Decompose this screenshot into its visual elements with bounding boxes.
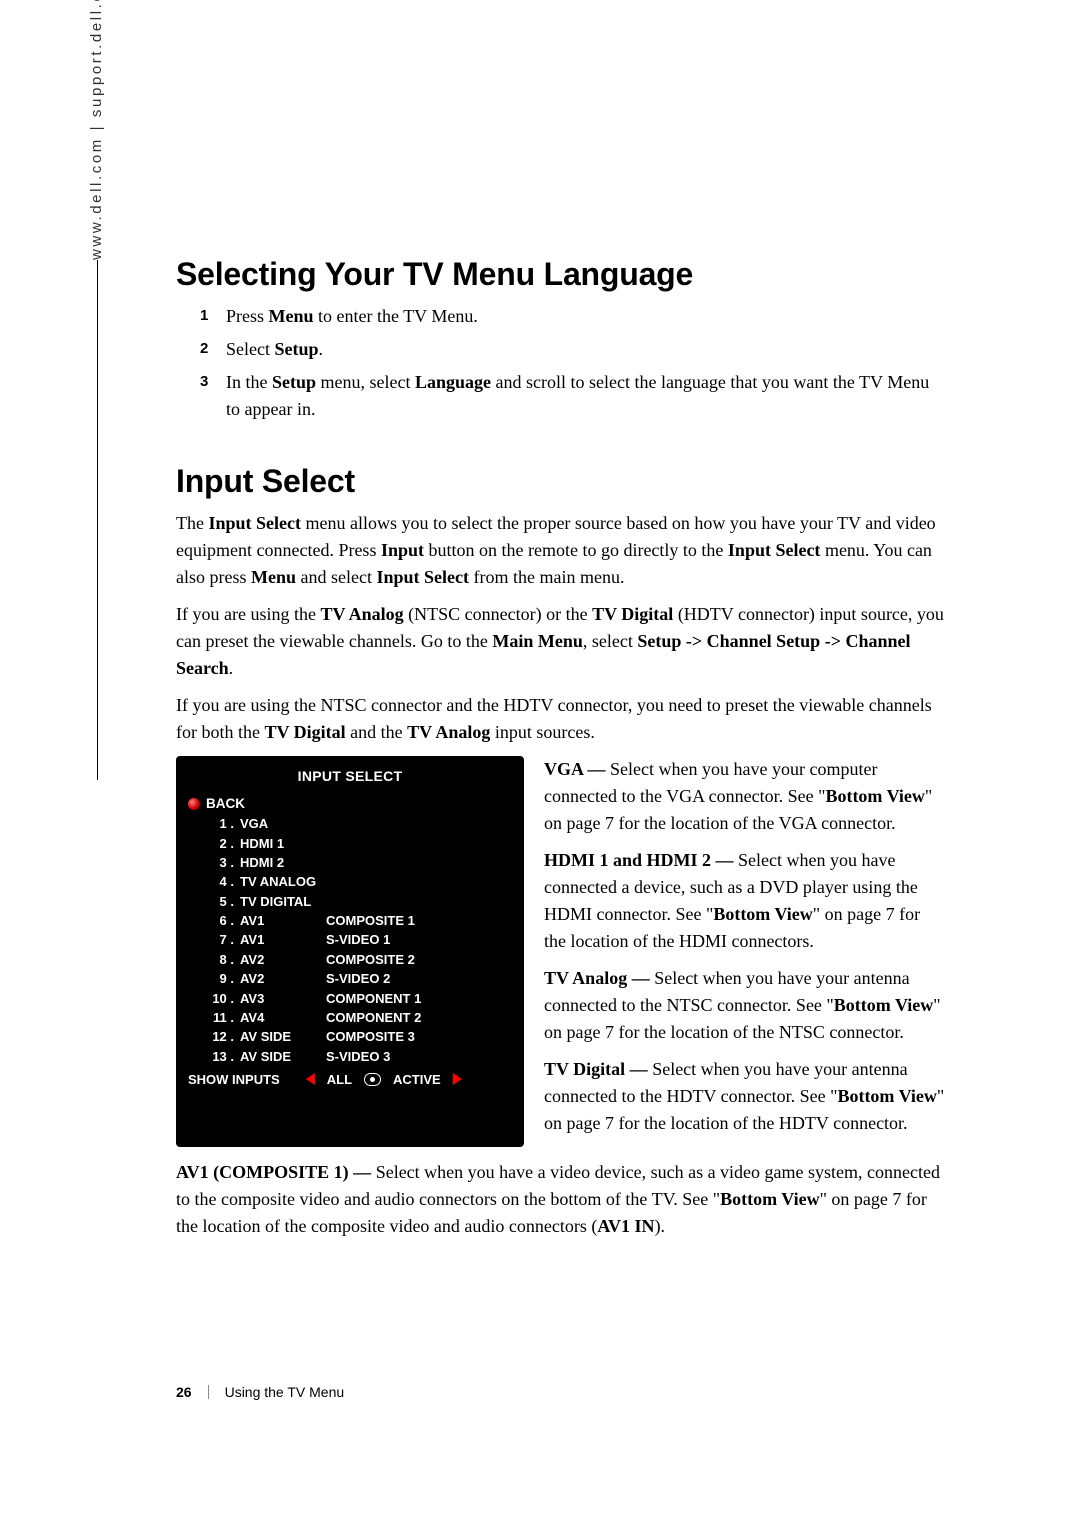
menu-item-value: S-VIDEO 1 xyxy=(324,930,512,949)
menu-item-value: S-VIDEO 2 xyxy=(324,969,512,988)
paragraph: The Input Select menu allows you to sele… xyxy=(176,510,946,591)
menu-item-number: 6 . xyxy=(188,911,238,930)
menu-item-label: VGA xyxy=(238,814,324,833)
menu-item-row[interactable]: 7 .AV1S-VIDEO 1 xyxy=(188,930,512,949)
step-number: 2 xyxy=(200,336,226,361)
menu-item-value: COMPOSITE 1 xyxy=(324,911,512,930)
desc-vga: VGA — Select when you have your computer… xyxy=(544,756,946,837)
menu-item-value xyxy=(324,833,512,852)
menu-item-row[interactable]: 5 .TV DIGITAL xyxy=(188,892,512,911)
menu-footer: SHOW INPUTS ALL ACTIVE xyxy=(188,1066,512,1087)
menu-item-number: 8 . xyxy=(188,950,238,969)
step-text: Press Menu to enter the TV Menu. xyxy=(226,303,946,330)
back-icon xyxy=(188,798,200,810)
menu-item-row[interactable]: 13 .AV SIDES-VIDEO 3 xyxy=(188,1047,512,1066)
menu-item-number: 7 . xyxy=(188,930,238,949)
step-text: Select Setup. xyxy=(226,336,946,363)
menu-item-number: 4 . xyxy=(188,872,238,891)
step-number: 3 xyxy=(200,369,226,394)
paragraph: If you are using the TV Analog (NTSC con… xyxy=(176,601,946,682)
menu-item-label: AV2 xyxy=(238,950,324,969)
menu-item-value xyxy=(324,872,512,891)
menu-footer-active: ACTIVE xyxy=(393,1072,441,1087)
menu-item-value: COMPONENT 2 xyxy=(324,1008,512,1027)
menu-item-row[interactable]: 4 .TV ANALOG xyxy=(188,872,512,891)
menu-item-row[interactable]: 12 .AV SIDECOMPOSITE 3 xyxy=(188,1027,512,1046)
menu-item-value xyxy=(324,892,512,911)
menu-item-row[interactable]: 11 .AV4COMPONENT 2 xyxy=(188,1008,512,1027)
menu-item-label: HDMI 1 xyxy=(238,833,324,852)
nav-right-icon[interactable] xyxy=(453,1073,462,1085)
menu-item-row[interactable]: 1 .VGA xyxy=(188,814,512,833)
paragraph: If you are using the NTSC connector and … xyxy=(176,692,946,746)
show-inputs-label: SHOW INPUTS xyxy=(188,1072,280,1087)
menu-item-number: 12 . xyxy=(188,1027,238,1046)
step-number: 1 xyxy=(200,303,226,328)
nav-left-icon[interactable] xyxy=(306,1073,315,1085)
menu-footer-all: ALL xyxy=(327,1072,352,1087)
steps-list: 1 Press Menu to enter the TV Menu. 2 Sel… xyxy=(200,303,946,423)
desc-hdmi: HDMI 1 and HDMI 2 — Select when you have… xyxy=(544,847,946,955)
menu-item-label: AV4 xyxy=(238,1008,324,1027)
menu-item-label: TV DIGITAL xyxy=(238,892,324,911)
menu-item-value: COMPOSITE 3 xyxy=(324,1027,512,1046)
menu-item-value: COMPOSITE 2 xyxy=(324,950,512,969)
menu-item-label: HDMI 2 xyxy=(238,853,324,872)
menu-item-row[interactable]: 2 .HDMI 1 xyxy=(188,833,512,852)
menu-item-value: S-VIDEO 3 xyxy=(324,1047,512,1066)
menu-item-row[interactable]: 3 .HDMI 2 xyxy=(188,853,512,872)
descriptions-column: VGA — Select when you have your computer… xyxy=(544,756,946,1147)
menu-item-row[interactable]: 9 .AV2S-VIDEO 2 xyxy=(188,969,512,988)
input-select-menu: INPUT SELECT BACK 1 .VGA2 .HDMI 13 .HDMI… xyxy=(176,756,524,1147)
menu-item-value xyxy=(324,853,512,872)
menu-item-row[interactable]: 8 .AV2COMPOSITE 2 xyxy=(188,950,512,969)
heading-input-select: Input Select xyxy=(176,463,946,500)
page-content: Selecting Your TV Menu Language 1 Press … xyxy=(176,256,946,1258)
menu-items-table: 1 .VGA2 .HDMI 13 .HDMI 24 .TV ANALOG5 .T… xyxy=(188,814,512,1066)
step-item: 1 Press Menu to enter the TV Menu. xyxy=(200,303,946,330)
menu-item-number: 11 . xyxy=(188,1008,238,1027)
menu-item-number: 3 . xyxy=(188,853,238,872)
menu-item-number: 2 . xyxy=(188,833,238,852)
desc-tv-digital: TV Digital — Select when you have your a… xyxy=(544,1056,946,1137)
menu-item-label: AV SIDE xyxy=(238,1047,324,1066)
menu-item-value xyxy=(324,814,512,833)
menu-item-number: 5 . xyxy=(188,892,238,911)
footer-divider xyxy=(208,1385,209,1399)
menu-item-label: AV1 xyxy=(238,911,324,930)
select-icon[interactable] xyxy=(364,1073,381,1086)
step-item: 2 Select Setup. xyxy=(200,336,946,363)
menu-item-number: 10 . xyxy=(188,988,238,1007)
menu-item-row[interactable]: 10 .AV3COMPONENT 1 xyxy=(188,988,512,1007)
menu-item-value: COMPONENT 1 xyxy=(324,988,512,1007)
menu-item-label: AV1 xyxy=(238,930,324,949)
menu-item-label: TV ANALOG xyxy=(238,872,324,891)
footer-section-title: Using the TV Menu xyxy=(225,1384,345,1400)
desc-tv-analog: TV Analog — Select when you have your an… xyxy=(544,965,946,1046)
menu-title: INPUT SELECT xyxy=(178,758,522,792)
menu-item-label: AV2 xyxy=(238,969,324,988)
menu-item-label: AV3 xyxy=(238,988,324,1007)
menu-item-label: AV SIDE xyxy=(238,1027,324,1046)
desc-av1: AV1 (COMPOSITE 1) — Select when you have… xyxy=(176,1159,946,1240)
step-item: 3 In the Setup menu, select Language and… xyxy=(200,369,946,423)
side-url: www.dell.com | support.dell.com xyxy=(88,0,105,260)
menu-back-label: BACK xyxy=(206,796,245,811)
step-text: In the Setup menu, select Language and s… xyxy=(226,369,946,423)
menu-item-number: 9 . xyxy=(188,969,238,988)
menu-back-row[interactable]: BACK xyxy=(188,794,512,814)
page-number: 26 xyxy=(176,1384,192,1400)
page-footer: 26 Using the TV Menu xyxy=(176,1384,946,1400)
menu-item-row[interactable]: 6 .AV1COMPOSITE 1 xyxy=(188,911,512,930)
heading-language: Selecting Your TV Menu Language xyxy=(176,256,946,293)
menu-item-number: 13 . xyxy=(188,1047,238,1066)
menu-item-number: 1 . xyxy=(188,814,238,833)
